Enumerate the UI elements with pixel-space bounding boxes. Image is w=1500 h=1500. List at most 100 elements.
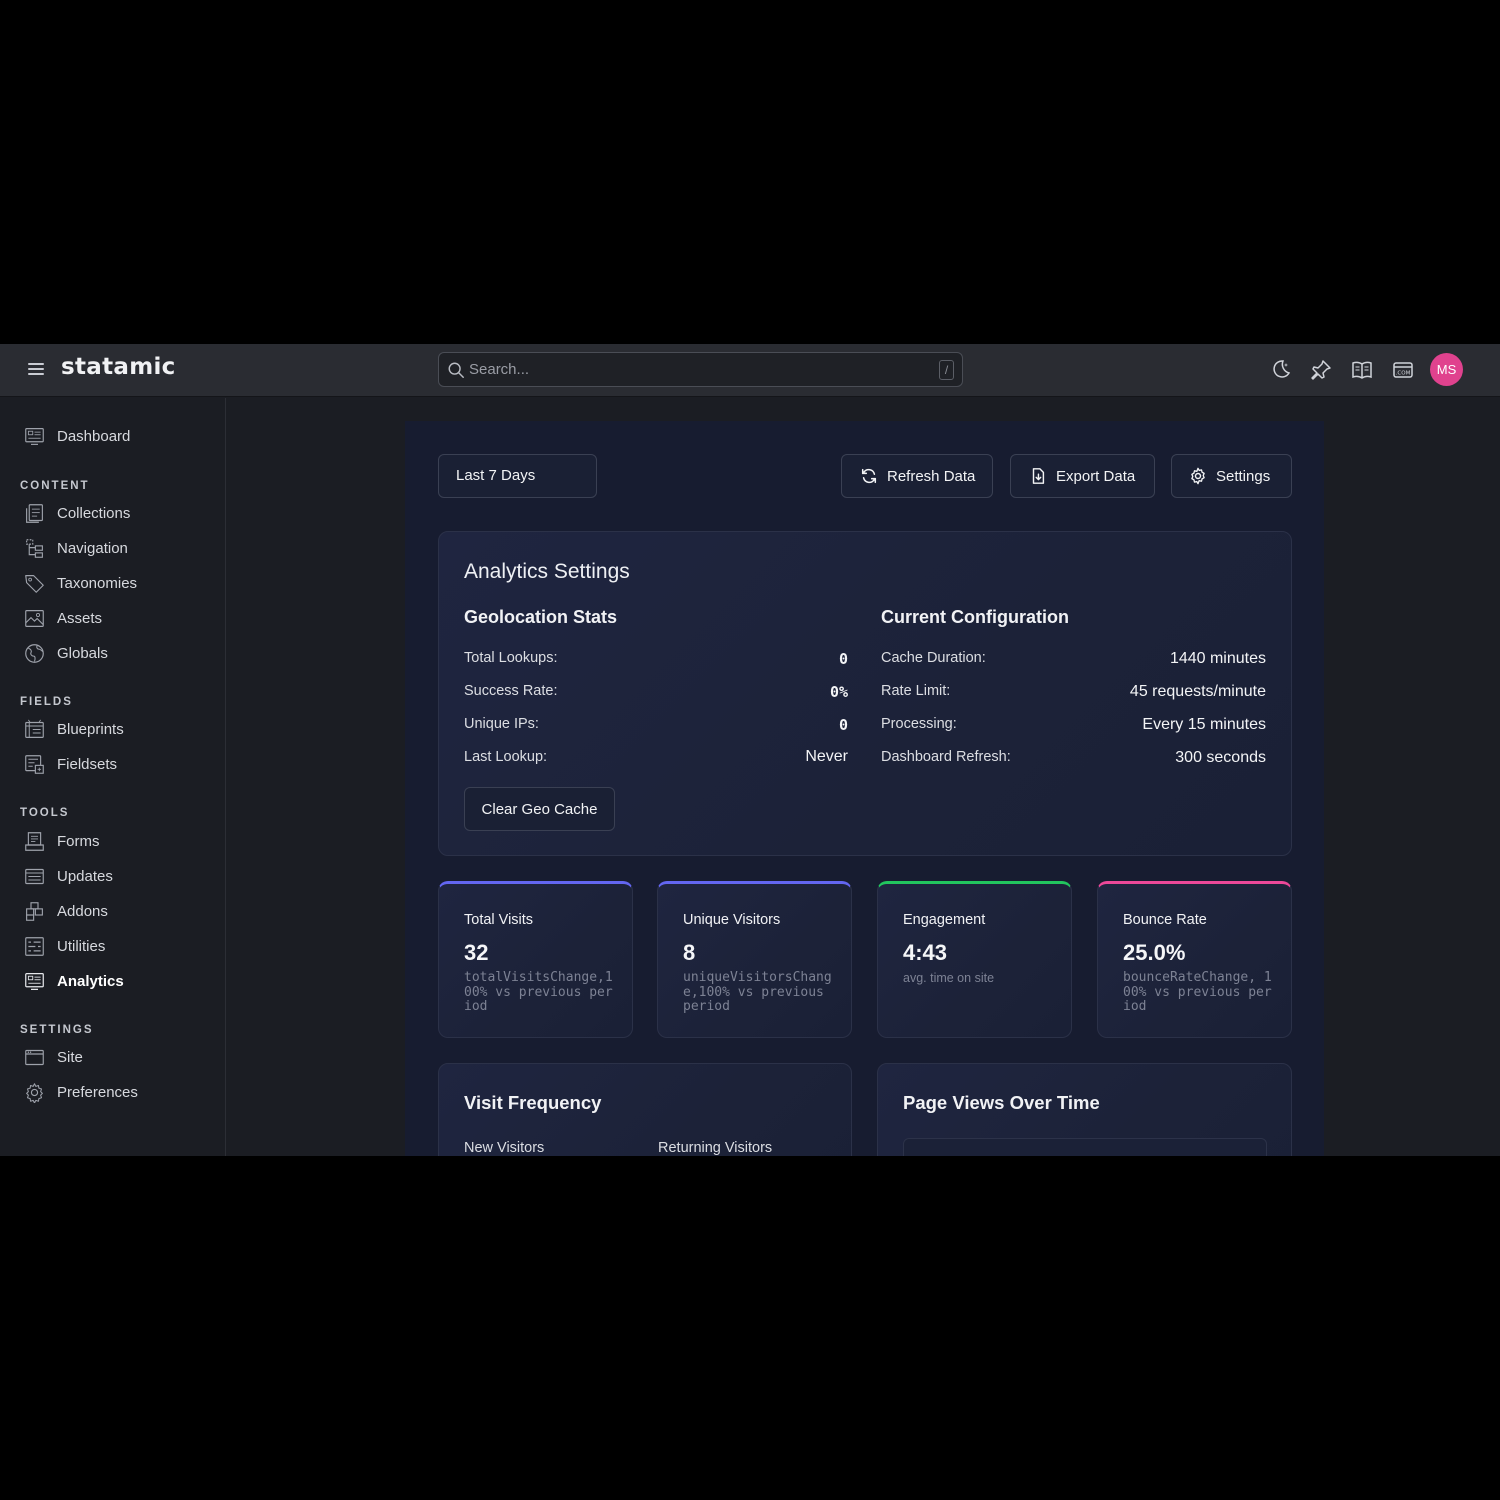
analytics-settings-card: Analytics Settings Geolocation Stats Tot… xyxy=(438,531,1292,856)
sidebar-item-fieldsets[interactable]: Fieldsets xyxy=(24,752,117,776)
refresh-icon xyxy=(861,468,877,484)
book-icon[interactable] xyxy=(1350,358,1374,382)
stat-card-total-visits: Total Visits 32 totalVisitsChange,100% v… xyxy=(438,881,633,1038)
sidebar-item-site[interactable]: Site xyxy=(24,1045,83,1069)
sidebar-item-navigation[interactable]: Navigation xyxy=(24,536,128,560)
sidebar-item-taxonomies[interactable]: Taxonomies xyxy=(24,571,137,595)
sidebar-item-label: Fieldsets xyxy=(57,755,118,773)
blueprint-icon xyxy=(25,719,44,738)
new-visitors-label: New Visitors xyxy=(464,1140,545,1156)
addons-icon xyxy=(26,901,43,921)
date-range-select[interactable]: Last 7 Days xyxy=(438,454,597,498)
dashboard-refresh-label: Dashboard Refresh: xyxy=(881,749,1011,765)
analytics-icon xyxy=(25,972,44,990)
refresh-data-button[interactable]: Refresh Data xyxy=(841,454,993,498)
rate-limit-value: 45 requests/minute xyxy=(1129,683,1266,700)
cache-duration-value: 1440 minutes xyxy=(1169,650,1266,667)
sidebar-item-label: Globals xyxy=(57,644,108,662)
gear-icon xyxy=(26,1082,43,1103)
sidebar-item-label: Analytics xyxy=(57,972,124,990)
export-data-button[interactable]: Export Data xyxy=(1010,454,1155,498)
sidebar-item-preferences[interactable]: Preferences xyxy=(24,1080,138,1104)
sidebar-item-analytics[interactable]: Analytics xyxy=(24,969,124,993)
sidebar-item-label: Taxonomies xyxy=(57,574,138,592)
domain-icon[interactable]: .COM xyxy=(1391,358,1415,382)
sidebar-item-label: Assets xyxy=(57,609,103,627)
unique-ips-value: 0 xyxy=(838,716,848,734)
utilities-icon xyxy=(25,936,44,956)
navigation-icon xyxy=(26,538,43,558)
sidebar-item-assets[interactable]: Assets xyxy=(24,606,102,630)
section-settings: SETTINGS xyxy=(20,1024,94,1036)
stat-title: Unique Visitors xyxy=(683,912,781,928)
search-icon xyxy=(448,362,464,378)
app-window: statamic / .COM MS Dashboard CONTENT Col… xyxy=(0,344,1500,1156)
sidebar-item-blueprints[interactable]: Blueprints xyxy=(24,717,124,741)
returning-visitors-label: Returning Visitors xyxy=(658,1140,773,1156)
settings-label: Settings xyxy=(1216,467,1271,485)
sidebar-item-globals[interactable]: Globals xyxy=(24,641,108,665)
forms-icon xyxy=(25,831,44,851)
settings-button[interactable]: Settings xyxy=(1171,454,1292,498)
page-views-card: Page Views Over Time xyxy=(877,1063,1292,1156)
success-rate-value: 0% xyxy=(829,683,848,701)
menu-icon[interactable] xyxy=(28,363,44,377)
search-box[interactable]: / xyxy=(438,352,963,387)
page-views-title: Page Views Over Time xyxy=(903,1092,1100,1113)
pin-icon[interactable] xyxy=(1309,358,1333,382)
visit-frequency-title: Visit Frequency xyxy=(464,1092,602,1113)
stat-value: 8 xyxy=(683,940,696,965)
current-configuration-title: Current Configuration xyxy=(881,607,1069,627)
file-export-icon xyxy=(1032,468,1045,484)
sidebar-item-dashboard[interactable]: Dashboard xyxy=(24,424,130,448)
refresh-data-label: Refresh Data xyxy=(887,467,976,485)
dashboard-refresh-value: 300 seconds xyxy=(1175,749,1266,766)
user-avatar[interactable]: MS xyxy=(1430,353,1463,386)
section-fields: FIELDS xyxy=(20,696,73,708)
processing-value: Every 15 minutes xyxy=(1142,716,1266,733)
section-tools: TOOLS xyxy=(20,807,70,819)
sidebar-item-label: Navigation xyxy=(57,539,128,557)
visit-frequency-card: Visit Frequency New Visitors Returning V… xyxy=(438,1063,852,1156)
stat-subtext: avg. time on site xyxy=(903,971,995,985)
total-lookups-label: Total Lookups: xyxy=(464,650,558,666)
app-logo[interactable]: statamic xyxy=(61,354,176,380)
sidebar-item-collections[interactable]: Collections xyxy=(24,501,130,525)
search-shortcut-badge: / xyxy=(939,360,954,380)
last-lookup-label: Last Lookup: xyxy=(464,749,548,765)
sidebar-item-label: Addons xyxy=(57,902,108,920)
analytics-settings-title: Analytics Settings xyxy=(464,560,630,583)
globe-icon xyxy=(25,643,44,663)
top-bar: statamic / .COM MS xyxy=(0,344,1500,397)
sidebar-item-utilities[interactable]: Utilities xyxy=(24,934,105,958)
section-content: CONTENT xyxy=(20,480,90,492)
page-views-chart xyxy=(903,1138,1267,1156)
tag-icon xyxy=(25,574,44,593)
stat-title: Bounce Rate xyxy=(1123,912,1207,928)
stat-change: totalVisitsChange,100% vs previous perio… xyxy=(464,970,613,1014)
sidebar-item-updates[interactable]: Updates xyxy=(24,864,113,888)
sidebar-item-forms[interactable]: Forms xyxy=(24,829,100,853)
moon-icon[interactable] xyxy=(1268,358,1292,382)
rate-limit-label: Rate Limit: xyxy=(881,683,951,699)
clear-geo-cache-button[interactable]: Clear Geo Cache xyxy=(464,787,615,831)
success-rate-label: Success Rate: xyxy=(464,683,558,699)
stat-change: bounceRateChange, 100% vs previous perio… xyxy=(1123,970,1272,1014)
total-lookups-value: 0 xyxy=(838,650,848,668)
dashboard-icon xyxy=(25,427,44,445)
unique-ips-label: Unique IPs: xyxy=(464,716,539,732)
sidebar-item-addons[interactable]: Addons xyxy=(24,899,108,923)
fieldset-icon xyxy=(25,754,44,774)
last-lookup-value: Never xyxy=(805,748,848,765)
stat-card-bounce-rate: Bounce Rate 25.0% bounceRateChange, 100%… xyxy=(1097,881,1292,1038)
sidebar-item-label: Forms xyxy=(57,832,100,850)
search-input[interactable] xyxy=(469,353,929,386)
sidebar-item-label: Collections xyxy=(57,504,131,522)
stat-title: Total Visits xyxy=(464,912,534,928)
stat-value: 4:43 xyxy=(903,940,948,965)
sidebar-item-label: Dashboard xyxy=(57,427,131,445)
stat-card-unique-visitors: Unique Visitors 8 uniqueVisitorsChange,1… xyxy=(657,881,852,1038)
site-icon xyxy=(25,1049,44,1065)
stat-title: Engagement xyxy=(903,912,986,928)
svg-text:.COM: .COM xyxy=(1396,371,1411,377)
